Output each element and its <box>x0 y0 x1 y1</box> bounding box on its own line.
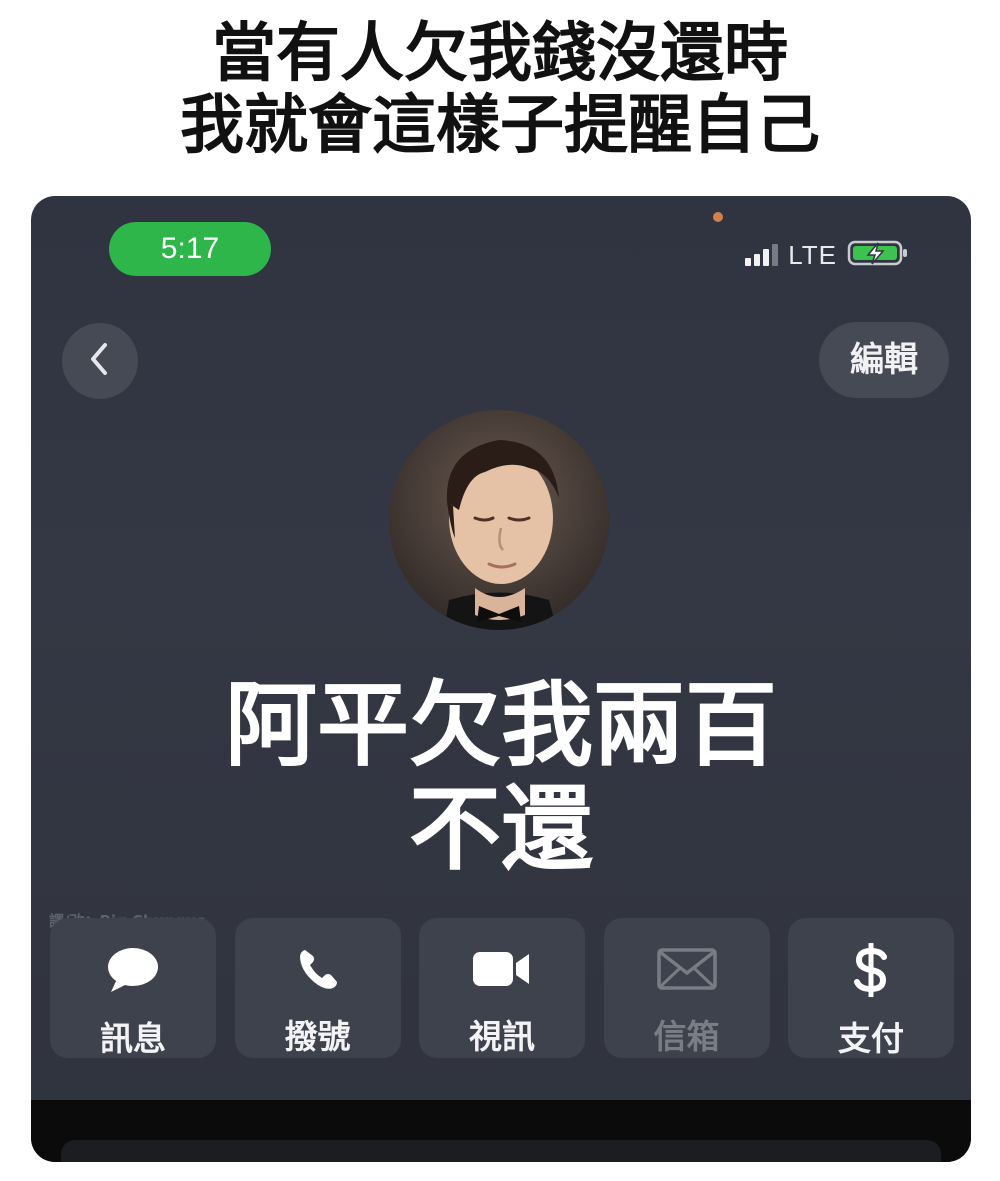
mail-label: 信箱 <box>653 1017 720 1056</box>
signal-strength-icon <box>745 244 779 266</box>
caption-line-2: 我就會這樣子提醒自己 <box>180 89 820 163</box>
bottom-bar <box>31 1100 971 1162</box>
edit-button[interactable]: 編輯 <box>819 322 949 398</box>
chevron-left-icon <box>85 341 115 381</box>
phone-icon <box>283 946 353 992</box>
mail-button[interactable]: 信箱 <box>603 918 770 1058</box>
video-camera-icon <box>467 946 537 992</box>
meme-caption: 當有人欠我錢沒還時 我就會這樣子提醒自己 <box>0 18 1000 162</box>
contact-name: 阿平欠我兩百 不還 <box>31 674 971 882</box>
call-button[interactable]: 撥號 <box>234 918 401 1058</box>
pay-button[interactable]: 支付 <box>788 918 954 1058</box>
contact-action-bar: 訊息 撥號 視訊 信箱 支付 <box>50 918 954 1058</box>
call-label: 撥號 <box>284 1017 351 1056</box>
contact-avatar[interactable] <box>389 410 609 630</box>
status-time-pill[interactable]: 5:17 <box>109 222 271 276</box>
pay-label: 支付 <box>838 1019 904 1058</box>
caption-line-1: 當有人欠我錢沒還時 <box>212 17 788 91</box>
video-call-button[interactable]: 視訊 <box>419 918 585 1058</box>
mail-icon <box>652 946 722 992</box>
status-indicators: LTE <box>745 240 911 270</box>
dollar-icon <box>836 943 906 997</box>
camera-indicator-dot <box>713 212 723 222</box>
network-type-label: LTE <box>788 239 837 270</box>
message-label: 訊息 <box>100 1019 166 1058</box>
video-call-label: 視訊 <box>469 1017 535 1056</box>
message-bubble-icon <box>98 946 168 994</box>
back-button[interactable] <box>62 323 138 399</box>
battery-charging-icon <box>847 238 911 272</box>
contact-name-line-2: 不還 <box>408 776 593 883</box>
message-button[interactable]: 訊息 <box>50 918 216 1058</box>
contact-card-screen: 5:17 LTE 編輯 阿平欠我兩百 不還 訊息 撥號 視訊 信箱 支付 <box>31 196 971 1162</box>
bottom-sheet-handle[interactable] <box>61 1140 941 1162</box>
contact-name-line-1: 阿平欠我兩百 <box>224 672 777 779</box>
